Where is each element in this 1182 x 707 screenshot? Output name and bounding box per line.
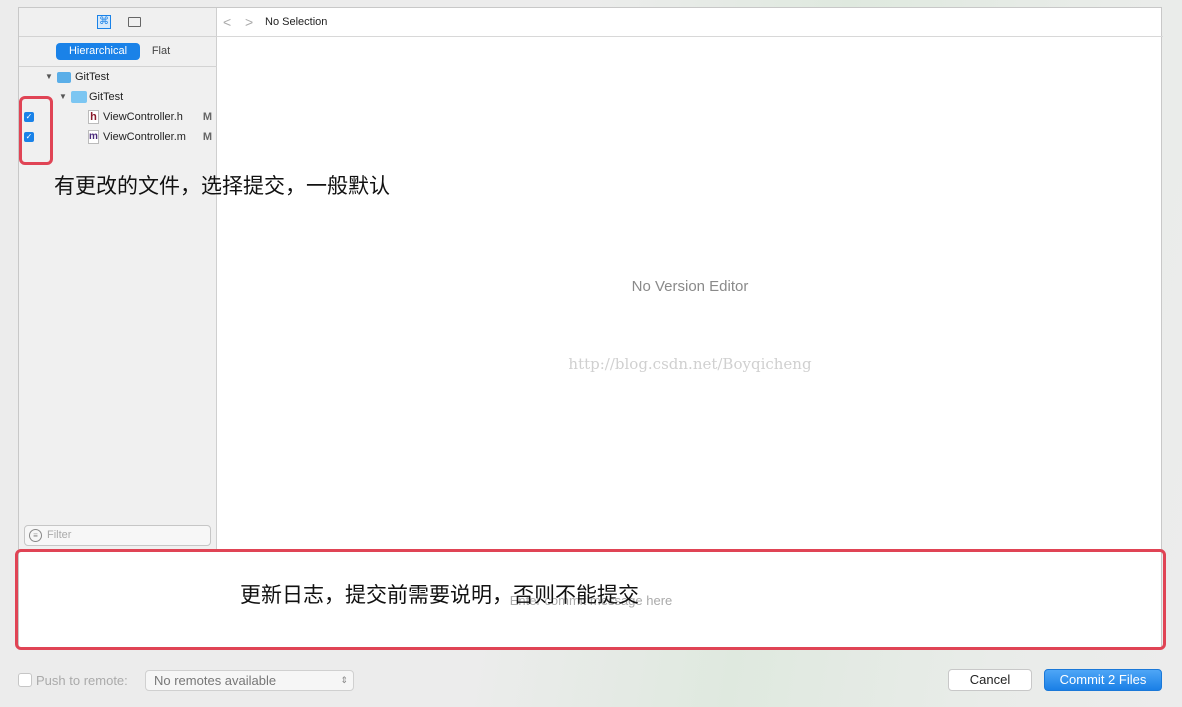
commit-button[interactable]: Commit 2 Files (1044, 669, 1162, 691)
filter-input[interactable]: ≡ Filter (24, 525, 211, 546)
changes-icon[interactable]: ⌘ (97, 15, 111, 29)
project-icon (57, 72, 71, 83)
implementation-file-icon: m (88, 130, 99, 144)
empty-editor-label: No Version Editor (631, 278, 749, 295)
tree-item-label: GitTest (89, 91, 124, 103)
tab-flat[interactable]: Flat (143, 43, 179, 60)
forward-chevron-icon[interactable]: > (245, 8, 253, 36)
push-label: Push to remote: (36, 673, 128, 688)
view-mode-tabs: Hierarchical Flat (19, 37, 217, 67)
tree-item-project[interactable]: ▼ GitTest (19, 67, 217, 87)
annotation-message: 更新日志，提交前需要说明，否则不能提交 (240, 584, 639, 607)
tree-item-label: ViewController.h (103, 111, 183, 123)
filter-placeholder: Filter (47, 529, 72, 541)
back-chevron-icon[interactable]: < (223, 8, 231, 36)
cancel-button[interactable]: Cancel (948, 669, 1032, 691)
breadcrumb[interactable]: No Selection (265, 8, 327, 36)
tree-item-label: ViewController.m (103, 131, 186, 143)
remote-select[interactable]: No remotes available ⇕ (145, 670, 354, 691)
navigator-header: ⌘ (19, 8, 217, 37)
disclosure-triangle-icon[interactable]: ▼ (45, 67, 53, 87)
status-badge: M (202, 111, 212, 123)
editor-jump-bar: < > No Selection (217, 8, 1163, 37)
tab-hierarchical[interactable]: Hierarchical (56, 43, 140, 60)
remote-select-value: No remotes available (154, 673, 277, 688)
annotation-files: 有更改的文件，选择提交，一般默认 (54, 175, 390, 198)
filter-icon: ≡ (29, 529, 42, 542)
select-chevrons-icon: ⇕ (340, 675, 348, 685)
header-file-icon: h (88, 110, 99, 124)
watermark: http://blog.csdn.net/Boyqicheng (568, 355, 812, 373)
folder-icon[interactable] (128, 17, 141, 27)
status-badge: M (202, 131, 212, 143)
tree-item-label: GitTest (75, 71, 110, 83)
folder-icon (71, 91, 87, 103)
annotation-box-checkboxes (19, 96, 53, 165)
disclosure-triangle-icon[interactable]: ▼ (59, 87, 67, 107)
push-checkbox[interactable] (18, 673, 32, 687)
file-navigator: ⌘ Hierarchical Flat ▼ GitTest ▼ GitTest … (19, 8, 217, 549)
